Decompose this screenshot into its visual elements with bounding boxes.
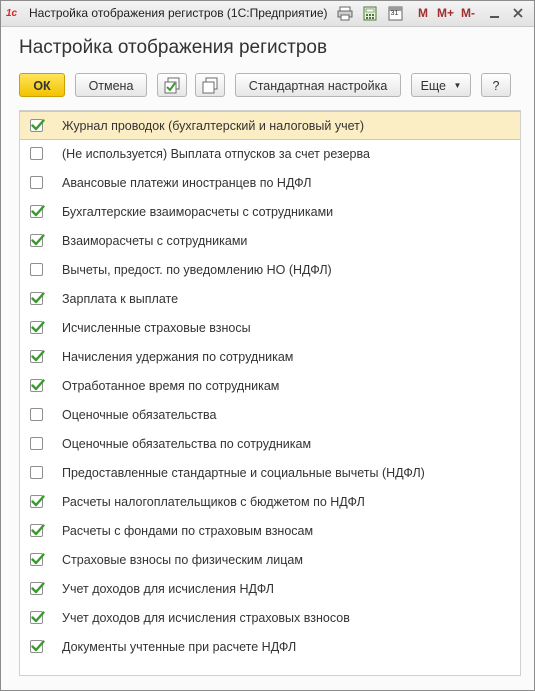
window-title: Настройка отображения регистров (1С:Пред… xyxy=(29,6,328,20)
register-row[interactable]: Журнал проводок (бухгалтерский и налогов… xyxy=(20,111,520,140)
register-label: Взаиморасчеты с сотрудниками xyxy=(62,234,248,248)
checkbox-checked[interactable] xyxy=(30,350,45,363)
title-bar[interactable]: 1с Настройка отображения регистров (1С:П… xyxy=(1,1,534,27)
register-label: Предоставленные стандартные и социальные… xyxy=(62,466,425,480)
memory-add-button[interactable]: M+ xyxy=(437,6,454,21)
checkbox-unchecked[interactable] xyxy=(30,176,43,189)
register-row[interactable]: Оценочные обязательства xyxy=(20,401,520,430)
checkmark-icon xyxy=(31,350,45,362)
register-row[interactable]: (Не используется) Выплата отпусков за сч… xyxy=(20,140,520,169)
checkbox-unchecked[interactable] xyxy=(30,408,43,421)
more-button-label: Еще xyxy=(420,79,447,93)
register-row[interactable]: Бухгалтерские взаиморасчеты с сотрудника… xyxy=(20,198,520,227)
checkbox-checked[interactable] xyxy=(30,611,45,624)
register-label: Исчисленные страховые взносы xyxy=(62,321,251,335)
app-logo: 1с xyxy=(6,8,18,19)
more-button[interactable]: Еще ▼ xyxy=(411,73,471,97)
checkbox-checked[interactable] xyxy=(30,119,45,132)
register-label: Вычеты, предост. по уведомлению НО (НДФЛ… xyxy=(62,263,332,277)
checkmark-icon xyxy=(31,292,45,304)
register-row[interactable]: Начисления удержания по сотрудникам xyxy=(20,343,520,372)
register-label: Бухгалтерские взаиморасчеты с сотрудника… xyxy=(62,205,334,219)
register-label: (Не используется) Выплата отпусков за сч… xyxy=(62,147,370,161)
checkbox-checked[interactable] xyxy=(30,379,45,392)
checkmark-icon xyxy=(31,524,45,536)
checkbox-checked[interactable] xyxy=(30,582,45,595)
register-row[interactable]: Расчеты налогоплательщиков с бюджетом по… xyxy=(20,488,520,517)
chevron-down-icon: ▼ xyxy=(453,81,462,90)
register-row[interactable]: Оценочные обязательства по сотрудникам xyxy=(20,430,520,459)
checkbox-checked[interactable] xyxy=(30,524,45,537)
form-heading: Настройка отображения регистров xyxy=(19,37,328,58)
checkmark-icon xyxy=(31,582,45,594)
memory-recall-button[interactable]: M xyxy=(418,6,428,21)
register-label: Оценочные обязательства xyxy=(62,408,217,422)
minimize-icon[interactable] xyxy=(488,4,500,26)
checkmark-icon xyxy=(31,321,45,333)
checkbox-unchecked[interactable] xyxy=(30,437,43,450)
checkbox-checked[interactable] xyxy=(30,321,45,334)
uncheck-all-button[interactable] xyxy=(195,73,225,97)
register-label: Учет доходов для исчисления НДФЛ xyxy=(62,582,274,596)
register-list[interactable]: Журнал проводок (бухгалтерский и налогов… xyxy=(19,110,521,676)
register-row[interactable]: Документы учтенные при расчете НДФЛ xyxy=(20,633,520,662)
uncheck-all-icon xyxy=(201,77,219,95)
register-label: Учет доходов для исчисления страховых вз… xyxy=(62,611,350,625)
checkbox-checked[interactable] xyxy=(30,292,45,305)
checkmark-icon xyxy=(31,495,45,507)
register-row[interactable]: Предоставленные стандартные и социальные… xyxy=(20,459,520,488)
checkmark-icon xyxy=(31,379,45,391)
register-label: Отработанное время по сотрудникам xyxy=(62,379,280,393)
register-row[interactable]: Страховые взносы по физическим лицам xyxy=(20,546,520,575)
checkmark-icon xyxy=(31,205,45,217)
help-button[interactable]: ? xyxy=(481,73,511,97)
checkbox-checked[interactable] xyxy=(30,205,45,218)
register-label: Авансовые платежи иностранцев по НДФЛ xyxy=(62,176,312,190)
checkbox-unchecked[interactable] xyxy=(30,263,43,276)
check-all-button[interactable] xyxy=(157,73,187,97)
register-row[interactable]: Взаиморасчеты с сотрудниками xyxy=(20,227,520,256)
register-row[interactable]: Отработанное время по сотрудникам xyxy=(20,372,520,401)
memory-subtract-button[interactable]: M- xyxy=(461,6,475,21)
register-row[interactable]: Вычеты, предост. по уведомлению НО (НДФЛ… xyxy=(20,256,520,285)
register-label: Оценочные обязательства по сотрудникам xyxy=(62,437,312,451)
checkbox-checked[interactable] xyxy=(30,234,45,247)
checkmark-icon xyxy=(31,553,45,565)
register-row[interactable]: Зарплата к выплате xyxy=(20,285,520,314)
checkbox-unchecked[interactable] xyxy=(30,466,43,479)
register-row[interactable]: Учет доходов для исчисления страховых вз… xyxy=(20,604,520,633)
print-icon[interactable] xyxy=(337,6,353,21)
close-icon[interactable] xyxy=(511,4,525,26)
calculator-icon[interactable] xyxy=(362,6,378,21)
register-label: Расчеты с фондами по страховым взносам xyxy=(62,524,314,538)
ok-button[interactable]: ОК xyxy=(19,73,65,97)
register-label: Зарплата к выплате xyxy=(62,292,179,306)
checkmark-icon xyxy=(31,640,45,652)
register-label: Журнал проводок (бухгалтерский и налогов… xyxy=(62,119,365,133)
register-label: Документы учтенные при расчете НДФЛ xyxy=(62,640,297,654)
checkbox-checked[interactable] xyxy=(30,495,45,508)
checkmark-icon xyxy=(31,611,45,623)
register-row[interactable]: Авансовые платежи иностранцев по НДФЛ xyxy=(20,169,520,198)
checkbox-unchecked[interactable] xyxy=(30,147,43,160)
checkmark-icon xyxy=(31,119,45,131)
command-bar: ОК Отмена Стандартная настройка Еще ▼ ? xyxy=(1,73,534,101)
register-row[interactable]: Исчисленные страховые взносы xyxy=(20,314,520,343)
register-label: Расчеты налогоплательщиков с бюджетом по… xyxy=(62,495,365,509)
register-label: Страховые взносы по физическим лицам xyxy=(62,553,303,567)
dialog-window: 1с Настройка отображения регистров (1С:П… xyxy=(0,0,535,691)
register-row[interactable]: Учет доходов для исчисления НДФЛ xyxy=(20,575,520,604)
register-row[interactable]: Расчеты с фондами по страховым взносам xyxy=(20,517,520,546)
default-settings-button[interactable]: Стандартная настройка xyxy=(235,73,401,97)
checkbox-checked[interactable] xyxy=(30,553,45,566)
calendar-day: 31 xyxy=(390,10,399,17)
checkbox-checked[interactable] xyxy=(30,640,45,653)
checkmark-icon xyxy=(31,234,45,246)
check-all-icon xyxy=(163,77,181,95)
cancel-button[interactable]: Отмена xyxy=(75,73,147,97)
register-label: Начисления удержания по сотрудникам xyxy=(62,350,294,364)
